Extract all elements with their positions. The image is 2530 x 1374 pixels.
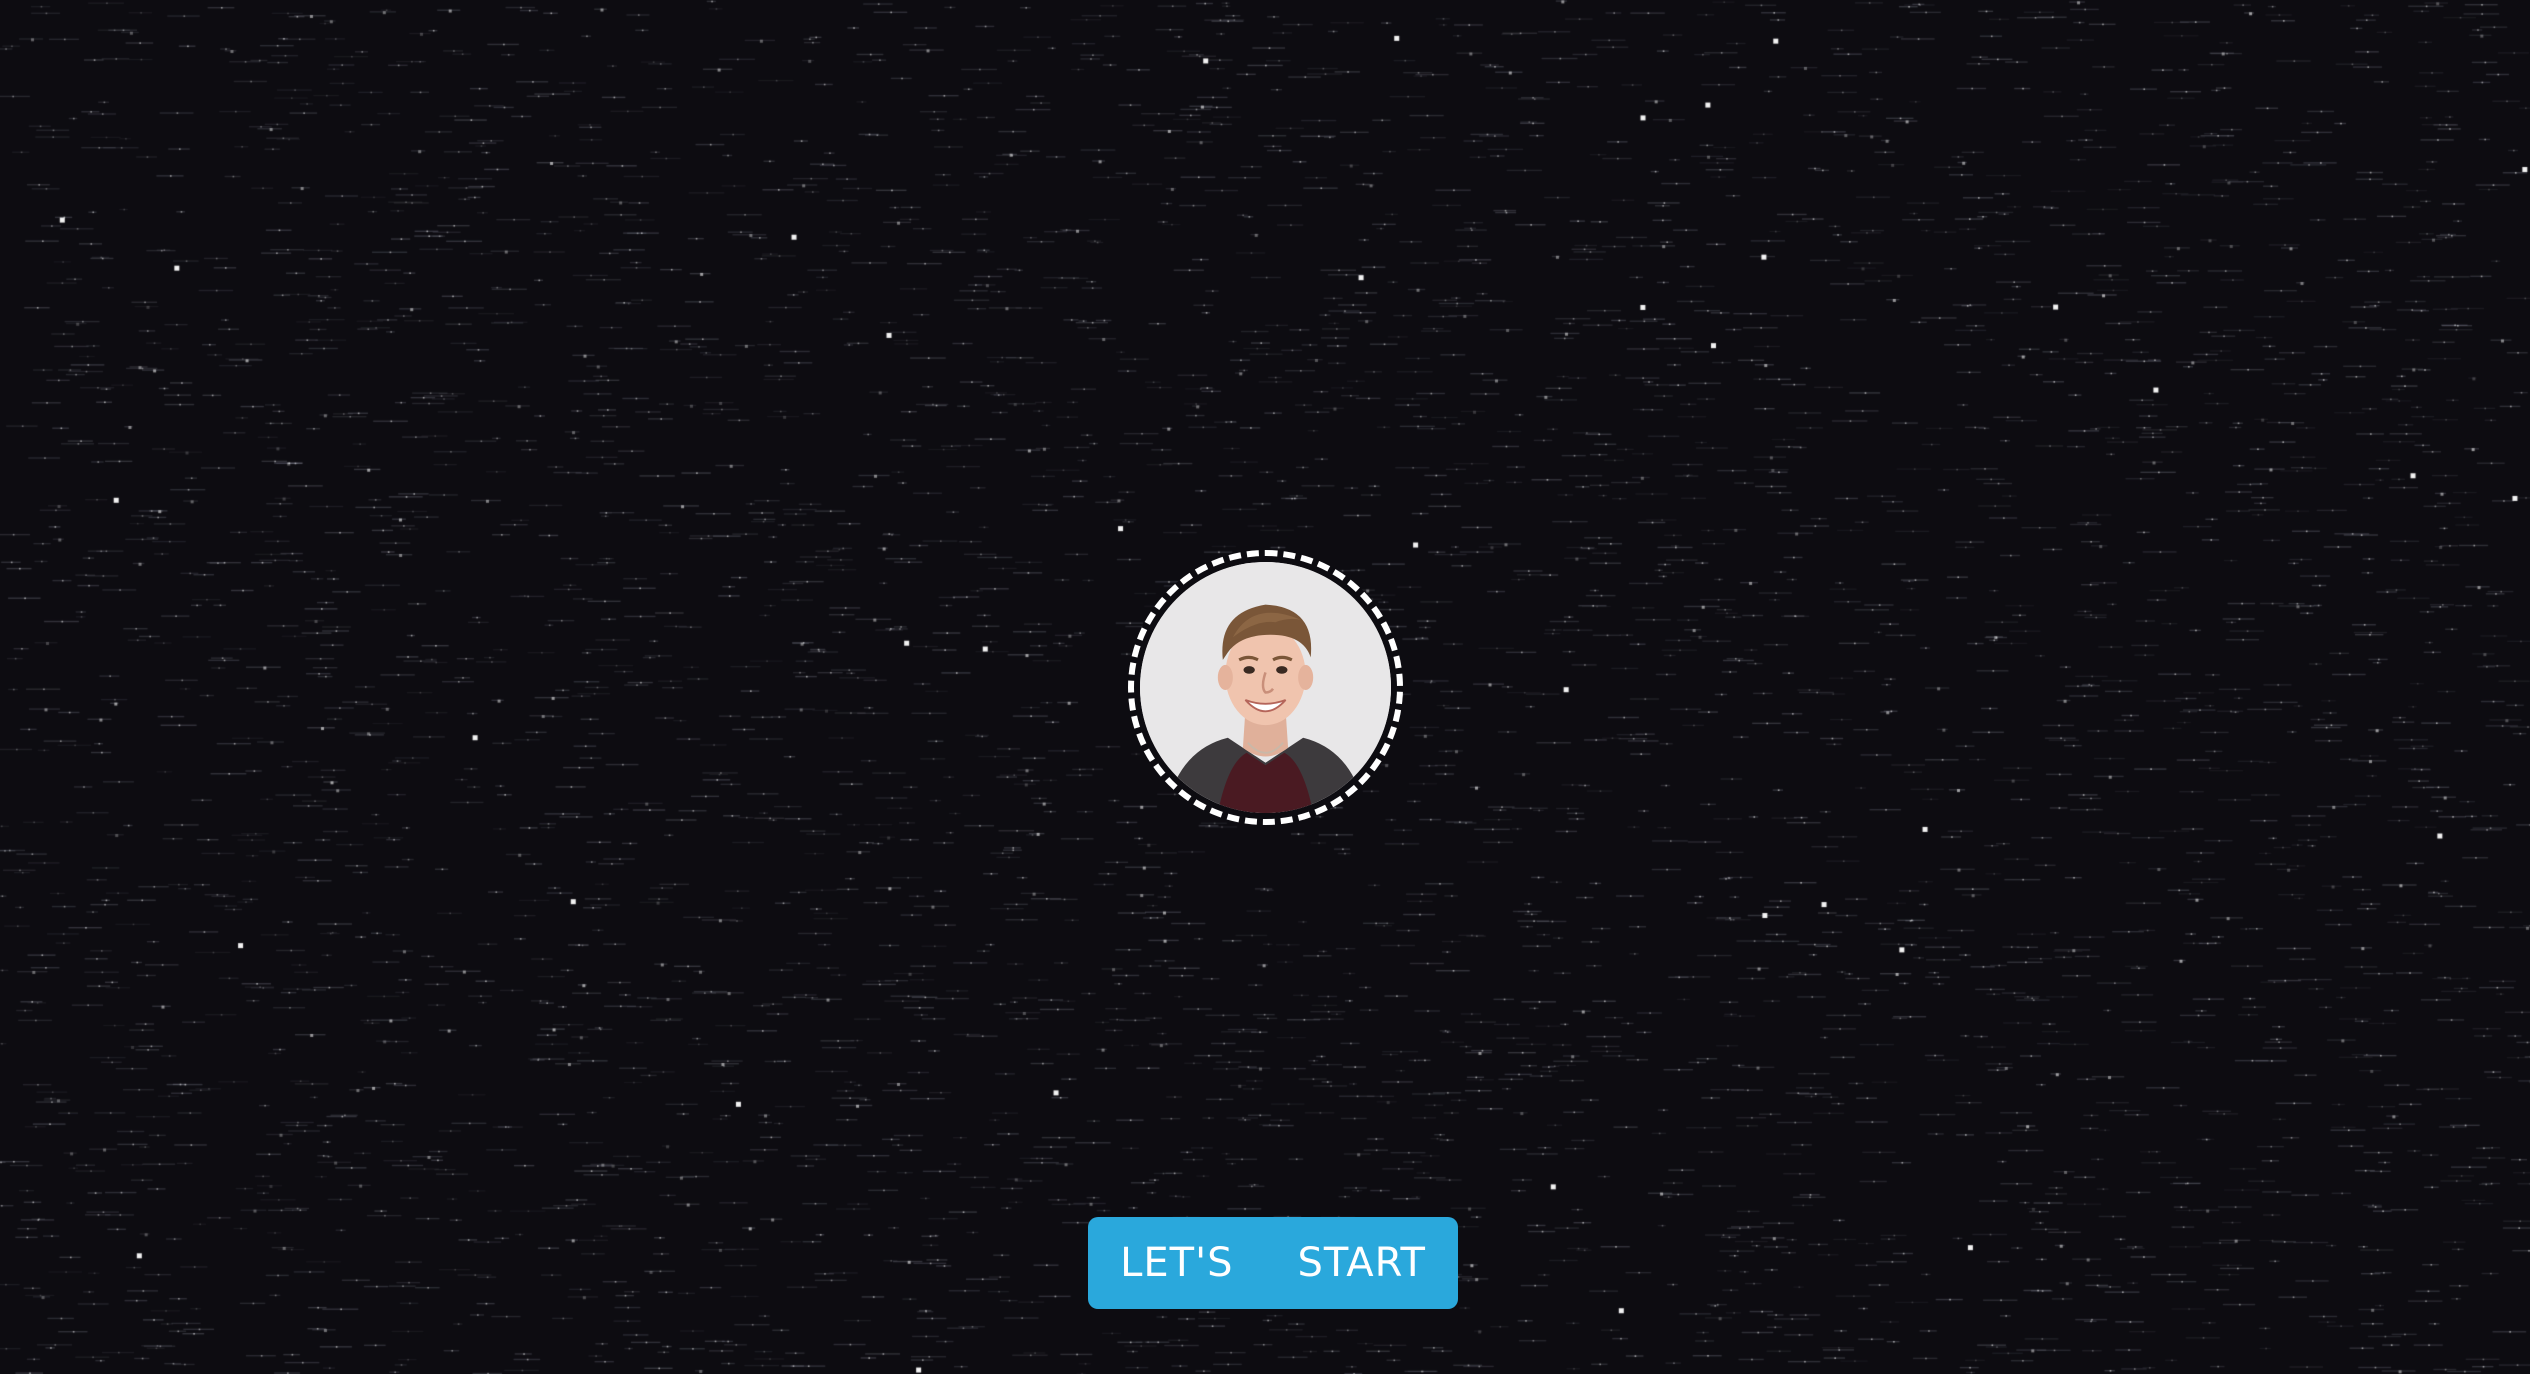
lets-start-button[interactable]: LET'S START — [1088, 1217, 1458, 1309]
avatar-frame — [1128, 550, 1403, 825]
profile-photo-icon — [1140, 562, 1391, 813]
intro-screen: LET'S START — [0, 0, 2530, 1374]
lets-start-word-1: LET'S — [1120, 1240, 1234, 1286]
lets-start-word-2: START — [1297, 1240, 1426, 1286]
avatar — [1140, 562, 1391, 813]
